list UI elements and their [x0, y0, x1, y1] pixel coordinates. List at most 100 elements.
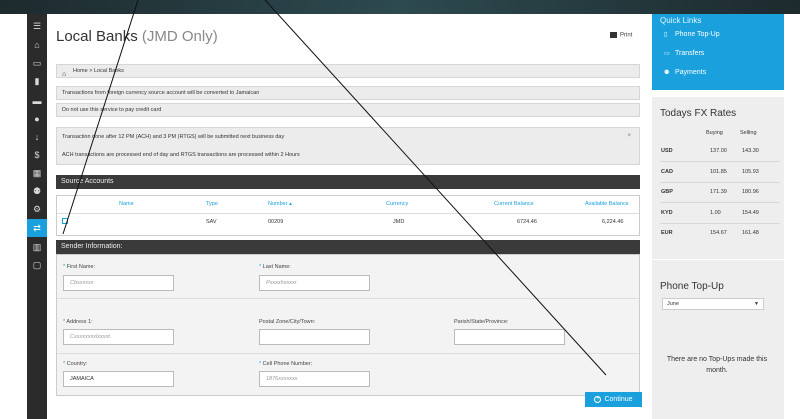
right-column: Quick Links ▯ Phone Top-Up ▭ Transfers ⚉ Pa… [647, 14, 800, 419]
quick-link-label: Payments [675, 69, 707, 76]
monitor-icon: ▭ [664, 51, 670, 57]
notice-credit-card: Do not use this service to pay credit ca… [56, 103, 640, 117]
fx-currency: USD [661, 148, 673, 154]
chevron-down-icon: ▼ [754, 301, 759, 307]
account-checkbox[interactable] [62, 218, 68, 224]
cell-phone-field[interactable]: 1876xxxxxxx [259, 371, 370, 387]
form-row: * Address 1: Cxxxxxxxxlxxxxt. Postal Zon… [57, 299, 639, 354]
download-icon[interactable]: ↓ [27, 128, 47, 146]
phone-topup-panel: Phone Top-Up June ▼ There are no Top-Ups… [652, 260, 784, 419]
parish-field[interactable] [454, 329, 565, 345]
first-name-field[interactable]: Cbsxxxxx [63, 275, 174, 291]
fx-currency: EUR [661, 230, 673, 236]
home-icon[interactable]: ⌂ [27, 36, 47, 54]
fx-selling-rate: 143.30 [742, 148, 759, 154]
users-icon[interactable]: ⚉ [27, 182, 47, 200]
users-icon: ⚉ [664, 70, 670, 76]
phone-topup-title: Phone Top-Up [660, 281, 724, 292]
cell-phone-label: * Cell Phone Number: [259, 361, 313, 367]
fx-buying-header: Buying [706, 130, 723, 136]
calculator-icon[interactable]: ▦ [27, 164, 47, 182]
month-select[interactable]: June ▼ [662, 298, 764, 310]
fx-buying-rate: 137.00 [710, 148, 727, 154]
column-current-balance[interactable]: Current Balance [494, 201, 534, 207]
postal-label: Postal Zone/City/Town: [259, 319, 316, 325]
gear-icon[interactable]: ⚙ [27, 200, 47, 218]
plus-circle-icon: + [594, 395, 602, 403]
column-number[interactable]: Number ▴ [268, 201, 292, 207]
quick-link-label: Phone Top-Up [675, 31, 720, 38]
month-select-value: June [667, 301, 679, 307]
fx-selling-rate: 154.49 [742, 209, 759, 216]
address-label: * Address 1: [63, 319, 93, 325]
column-type[interactable]: Type [206, 201, 218, 207]
page-title: Local Banks (JMD Only) [56, 28, 218, 45]
breadcrumb-text[interactable]: Home > Local Banks [73, 68, 124, 74]
column-currency[interactable]: Currency [386, 201, 408, 207]
print-button[interactable]: Print [610, 32, 632, 39]
breadcrumb: ⌂ Home > Local Banks [56, 64, 640, 78]
quick-link-phone-topup[interactable]: ▯ Phone Top-Up [664, 31, 720, 38]
device-icon[interactable]: ▮ [27, 72, 47, 90]
fx-divider [660, 202, 780, 203]
notice-conversion: Transactions from foreign currency sourc… [56, 86, 640, 100]
form-row: * Country: JAMAICA * Cell Phone Number: … [57, 354, 639, 396]
fx-divider [660, 222, 780, 224]
fx-selling-rate: 105.93 [742, 168, 759, 175]
notice-text: ACH transactions are processed end of da… [62, 152, 300, 158]
quick-link-transfers[interactable]: ▭ Transfers [664, 50, 704, 57]
continue-button[interactable]: + Continue [585, 392, 642, 407]
quick-links-panel: Quick Links ▯ Phone Top-Up ▭ Transfers ⚉ Pa… [652, 14, 784, 90]
left-gutter [0, 14, 27, 419]
form-row: * First Name: Cbsxxxxx * Last Name: Pxxx… [57, 255, 639, 299]
main-content: Local Banks (JMD Only) Print ⌂ Home > Lo… [47, 14, 647, 419]
print-label: Print [620, 32, 633, 39]
card-icon[interactable]: ▬ [27, 92, 47, 110]
country-field[interactable]: JAMAICA [63, 371, 174, 387]
account-current-balance: 6724.46 [517, 219, 537, 225]
user-icon[interactable]: ● [27, 110, 47, 128]
continue-label: Continue [604, 396, 633, 403]
fx-title: Todays FX Rates [660, 108, 737, 119]
fx-divider [660, 161, 780, 162]
close-icon[interactable]: × [627, 133, 631, 139]
column-available-balance[interactable]: Available Balance [585, 201, 629, 207]
quick-link-label: Transfers [675, 50, 705, 57]
page-title-suffix: (JMD Only) [141, 28, 218, 45]
no-topups-message: There are no Top-Ups made this month. [666, 356, 768, 374]
fx-rates-panel: Todays FX Rates Buying Selling USD 137.00… [652, 97, 784, 259]
account-number: 00209 [268, 219, 284, 225]
fx-buying-rate: 101.85 [710, 168, 727, 175]
country-label: * Country: [63, 361, 88, 367]
fx-divider [660, 181, 780, 183]
chat-icon[interactable]: ▢ [27, 256, 47, 274]
notice-text: Do not use this service to pay credit ca… [62, 107, 162, 113]
parish-label: Parish/State/Province: [454, 319, 509, 325]
quick-link-payments[interactable]: ⚉ Payments [664, 69, 706, 76]
account-type: SAV [206, 219, 217, 225]
source-accounts-table: Name Type Number ▴ Currency Current Bala… [56, 195, 640, 236]
notice-text: Transaction done after 12 PM (ACH) and 3… [62, 134, 285, 140]
fx-selling-rate: 180.96 [742, 189, 759, 195]
menu-icon[interactable]: ☰ [27, 17, 47, 35]
fx-currency: CAD [661, 168, 673, 175]
last-name-field[interactable]: Pxxxxhxxxxr [259, 275, 370, 291]
account-currency: JMD [393, 219, 405, 225]
address-field[interactable]: Cxxxxxxxxlxxxxt. [63, 329, 174, 345]
transfer-icon[interactable]: ⇄ [27, 219, 47, 237]
monitor-icon[interactable]: ▭ [27, 54, 47, 72]
divider [57, 213, 639, 214]
postal-field[interactable] [259, 329, 370, 345]
account-available-balance: 6,224.46 [602, 219, 624, 225]
last-name-label: * Last Name: [259, 264, 291, 270]
money-icon[interactable]: $ [27, 146, 47, 164]
column-name[interactable]: Name [119, 201, 134, 207]
bank-icon[interactable]: ▥ [27, 238, 47, 256]
sidebar: ☰ ⌂ ▭ ▮ ▬ ● ↓ $ ▦ ⚉ ⚙ ⇄ ▥ ▢ [27, 14, 47, 419]
printer-icon [610, 32, 617, 38]
source-accounts-header: Source Accounts [56, 175, 640, 189]
fx-buying-rate: 154.67 [710, 230, 727, 236]
first-name-label: * First Name: [63, 264, 96, 270]
home-icon[interactable]: ⌂ [62, 68, 66, 81]
fx-buying-rate: 171.39 [710, 189, 727, 195]
